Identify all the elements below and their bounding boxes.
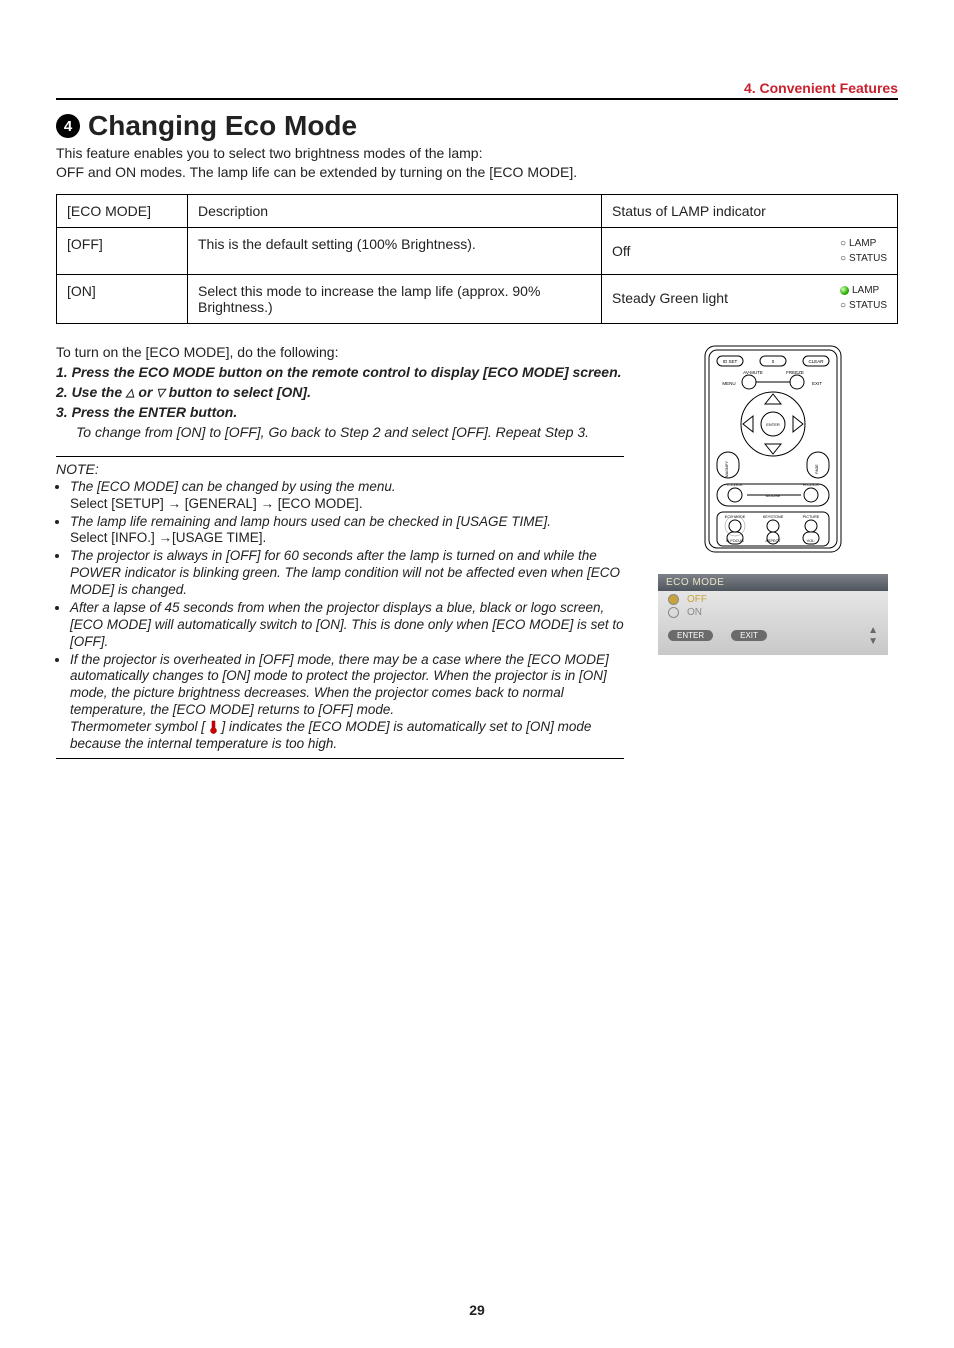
td-off-status: Off LAMP STATUS [602, 227, 898, 274]
on-status-text: Steady Green light [612, 290, 728, 306]
dialog-off-label: OFF [687, 594, 707, 605]
svg-text:ENTER: ENTER [766, 422, 780, 427]
lamp-led-off-icon: LAMP [840, 236, 887, 251]
dialog-option-on[interactable]: ON [658, 606, 888, 619]
off-status-text: Off [612, 243, 630, 259]
radio-selected-icon [668, 594, 679, 605]
intro-text: This feature enables you to select two b… [56, 144, 898, 182]
up-arrow-icon: △ [126, 386, 134, 399]
status-led-off2-icon: STATUS [840, 298, 887, 313]
td-off-mode: [OFF] [57, 227, 188, 274]
eco-mode-dialog: ECO MODE OFF ON ENTER EXIT ▲▼ [658, 574, 888, 655]
svg-text:PAGE: PAGE [815, 463, 819, 473]
td-on-desc: Select this mode to increase the lamp li… [188, 274, 602, 323]
exit-pill[interactable]: EXIT [731, 630, 767, 641]
radio-icon [668, 607, 679, 618]
section-title: Changing Eco Mode [88, 110, 357, 142]
step-3-sub: To change from [ON] to [OFF], Go back to… [76, 424, 624, 440]
lamp-led-green-icon: LAMP [840, 283, 887, 298]
eco-mode-table: [ECO MODE] Description Status of LAMP in… [56, 194, 898, 324]
th-description: Description [188, 194, 602, 227]
svg-text:VOL.: VOL. [807, 539, 816, 543]
step-3: 3. Press the ENTER button. [56, 404, 624, 420]
section-heading: 4 Changing Eco Mode [56, 110, 898, 142]
td-on-mode: [ON] [57, 274, 188, 323]
intro-line-1: This feature enables you to select two b… [56, 145, 482, 161]
svg-text:KEYSTONE: KEYSTONE [763, 515, 784, 519]
svg-text:MAGNIFY: MAGNIFY [725, 460, 729, 477]
page-number: 29 [0, 1302, 954, 1318]
th-status: Status of LAMP indicator [602, 194, 898, 227]
dialog-option-off[interactable]: OFF [658, 593, 888, 606]
note-5: If the projector is overheated in [OFF] … [70, 652, 624, 753]
note-label: NOTE: [56, 456, 624, 477]
svg-text:CLEAR: CLEAR [808, 359, 824, 364]
svg-text:PICTURE: PICTURE [803, 515, 820, 519]
indicator-off: LAMP STATUS [840, 236, 887, 266]
svg-text:ECO MODE: ECO MODE [725, 515, 746, 519]
td-off-desc: This is the default setting (100% Bright… [188, 227, 602, 274]
td-on-status: Steady Green light LAMP STATUS [602, 274, 898, 323]
dialog-title: ECO MODE [658, 574, 888, 591]
intro-line-2: OFF and ON modes. The lamp life can be e… [56, 164, 577, 180]
step-1: 1. Press the ECO MODE button on the remo… [56, 364, 624, 380]
updown-arrow-icon: ▲▼ [868, 625, 878, 647]
section-number-badge: 4 [56, 114, 80, 138]
note-3: The projector is always in [OFF] for 60 … [70, 548, 624, 599]
indicator-on: LAMP STATUS [840, 283, 887, 313]
dialog-on-label: ON [687, 607, 702, 618]
enter-pill[interactable]: ENTER [668, 630, 713, 641]
note-2: The lamp life remaining and lamp hours u… [70, 514, 624, 548]
note-1: The [ECO MODE] can be changed by using t… [70, 479, 624, 513]
svg-text:L-CLICK: L-CLICK [727, 482, 743, 487]
svg-text:ID SET: ID SET [723, 359, 738, 364]
svg-text:R-CLICK: R-CLICK [803, 482, 819, 487]
svg-text:MENU: MENU [722, 381, 735, 386]
notes-block: The [ECO MODE] can be changed by using t… [56, 479, 624, 759]
step-2: 2. Use the △ or ▽ button to select [ON]. [56, 384, 624, 400]
svg-text:FREEZE: FREEZE [786, 370, 804, 375]
steps-lead: To turn on the [ECO MODE], do the follow… [56, 344, 624, 360]
svg-text:AV-MUTE: AV-MUTE [743, 370, 763, 375]
chapter-label: 4. Convenient Features [56, 80, 898, 100]
down-arrow-icon: ▽ [156, 386, 164, 399]
remote-control-illustration: ID SET 0 CLEAR AV-MUTE FREEZE MENU EXIT … [703, 344, 843, 554]
note-4: After a lapse of 45 seconds from when th… [70, 600, 624, 651]
status-led-off-icon: STATUS [840, 251, 887, 266]
th-ecomode: [ECO MODE] [57, 194, 188, 227]
thermometer-icon [209, 720, 218, 734]
svg-text:EXIT: EXIT [812, 381, 822, 386]
